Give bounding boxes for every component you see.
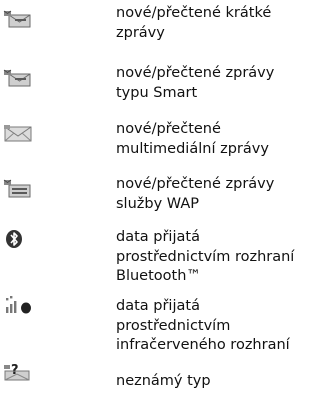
mms-envelope-icon [2, 123, 32, 143]
legend-item-text-line: nové/přečtené zprávy [116, 65, 275, 81]
legend-item-text-line: prostřednictvím [116, 317, 231, 334]
unknown-type-icon: ? [2, 362, 32, 382]
legend-item-text-line: neznámý typ [116, 373, 211, 389]
smart-message-icon [2, 68, 32, 88]
bluetooth-icon [2, 230, 32, 250]
sms-envelope-icon [2, 9, 32, 29]
legend-item-text-line: infračerveného rozhraní [116, 337, 290, 354]
infrared-icon [2, 295, 32, 315]
svg-text:?: ? [11, 363, 19, 378]
legend-item-text-line: zprávy [116, 24, 165, 41]
legend-item-text-line: nové/přečtené [116, 121, 221, 137]
legend-item-text-line: nové/přečtené zprávy [116, 176, 275, 192]
legend-item-text-line: služby WAP [116, 195, 199, 212]
legend-item-text-line: typu Smart [116, 84, 198, 101]
wap-message-icon [2, 178, 32, 198]
legend-item-text-line: Bluetooth™ [116, 268, 201, 285]
legend-item-text-line: nové/přečtené krátké [116, 5, 272, 21]
legend-item-text-line: prostřednictvím rozhraní [116, 248, 295, 265]
legend-item-text-line: multimediální zprávy [116, 140, 269, 157]
legend-item-text-line: data přijatá [116, 298, 200, 314]
legend-item-text-line: data přijatá [116, 229, 200, 245]
